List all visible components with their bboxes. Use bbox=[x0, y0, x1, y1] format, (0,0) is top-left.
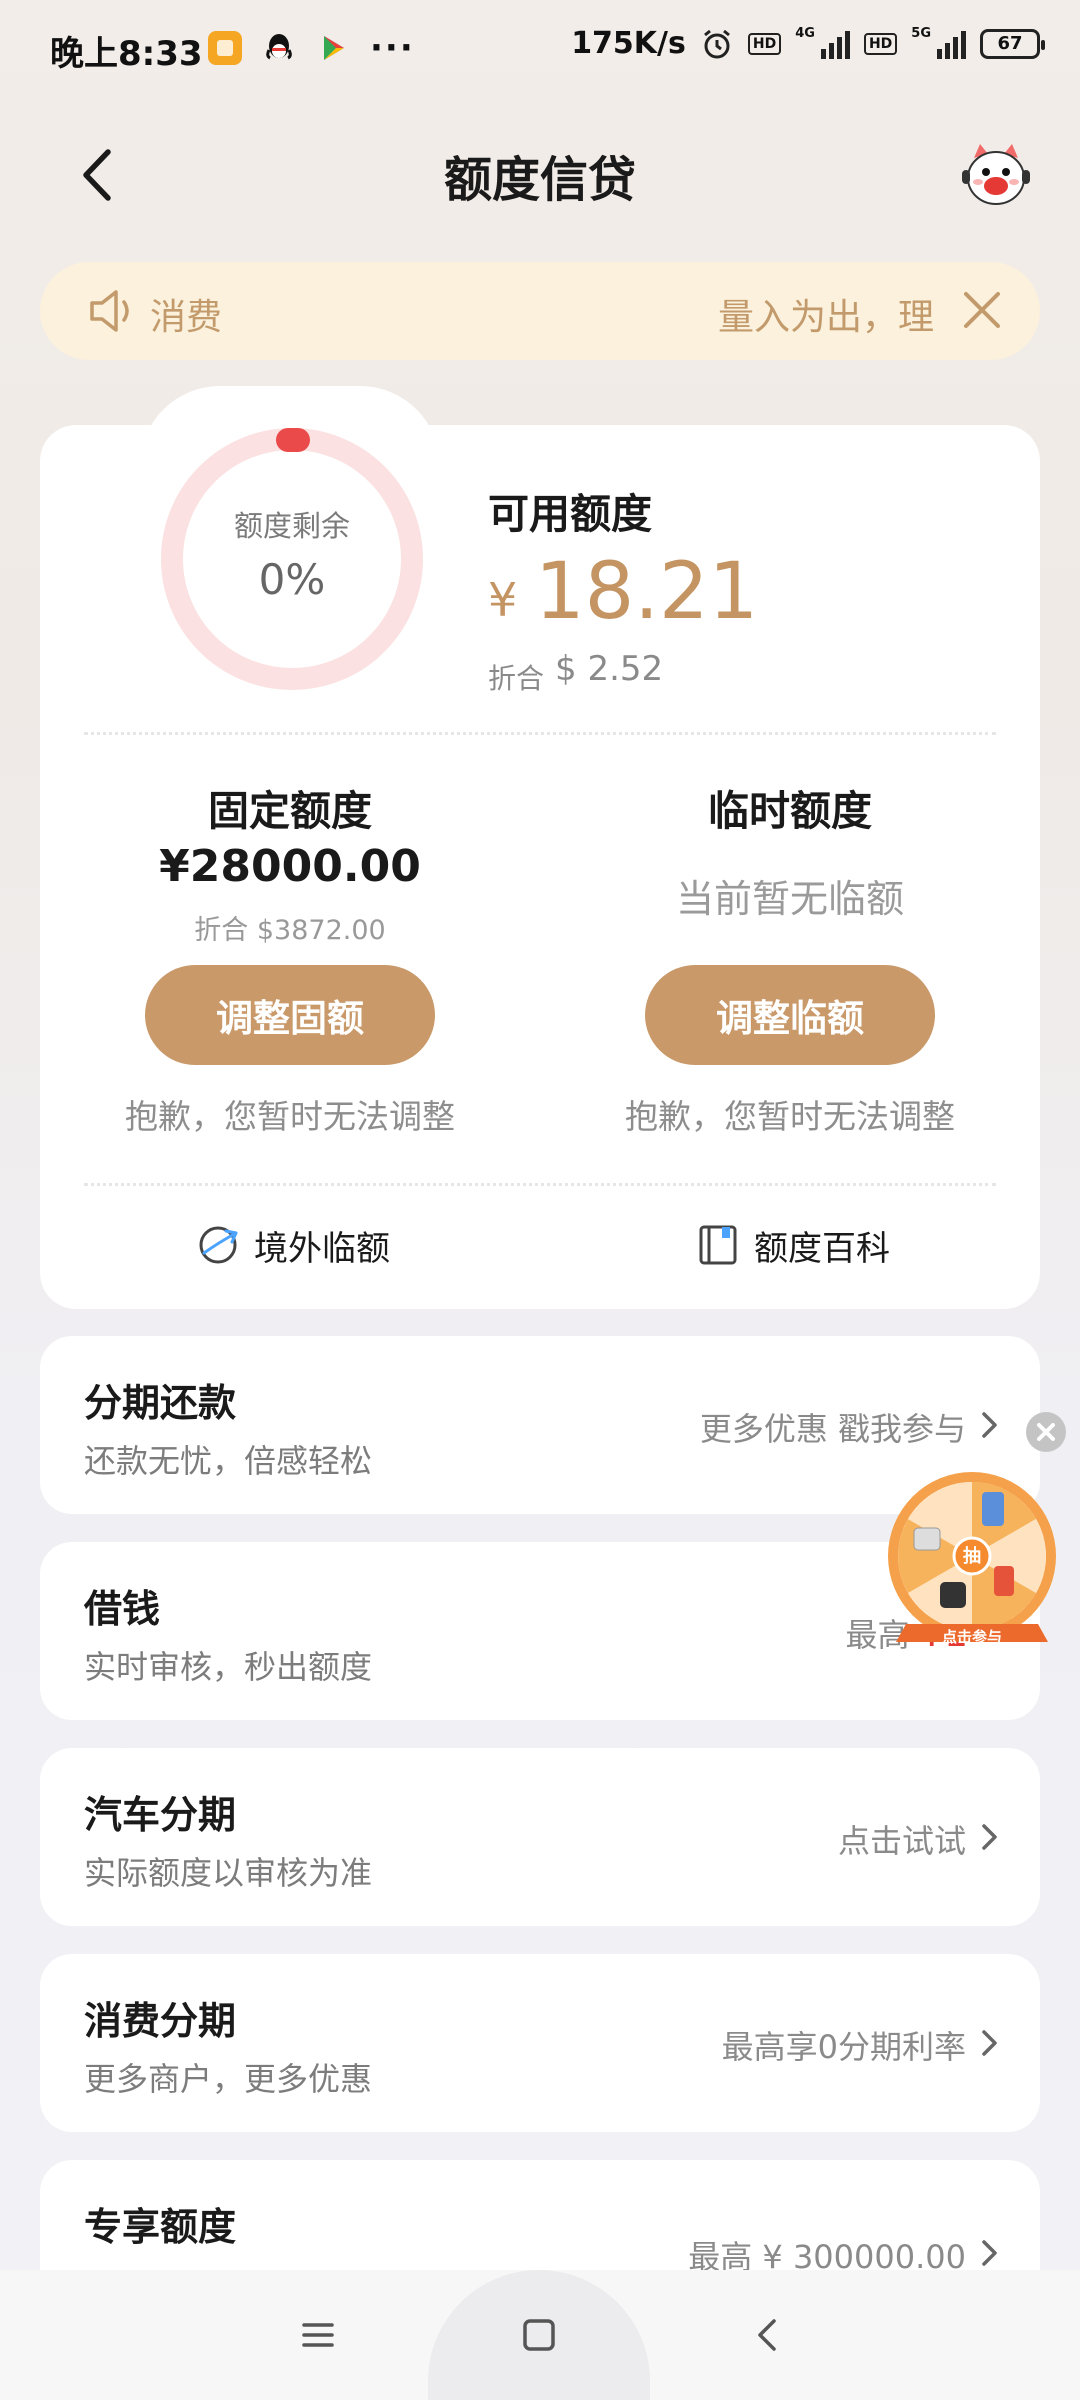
ring-label: 额度剩余 bbox=[233, 509, 350, 543]
chevron-right-icon bbox=[982, 2030, 997, 2056]
back-triangle-icon bbox=[758, 2319, 776, 2351]
fixed-quota-note: 抱歉，您暂时无法调整 bbox=[125, 1097, 455, 1136]
mascot-icon bbox=[962, 144, 1030, 205]
divider-bottom bbox=[84, 1183, 996, 1186]
hd-badge-1: HD bbox=[747, 32, 782, 55]
chevron-right-icon bbox=[982, 2240, 997, 2266]
ring-progress-dot bbox=[276, 428, 310, 452]
list-item-right-text: 点击试试 bbox=[837, 1822, 966, 1860]
note-app-icon bbox=[208, 31, 242, 65]
status-more-dots: ··· bbox=[370, 28, 415, 68]
list-item-subtitle: 实际额度以审核为准 bbox=[84, 1854, 373, 1892]
list-item-title: 汽车分期 bbox=[84, 1793, 237, 1837]
temp-quota-none: 当前暂无临额 bbox=[675, 877, 904, 921]
list-item-title: 借钱 bbox=[84, 1587, 161, 1631]
wheel-close-button[interactable] bbox=[1026, 1412, 1066, 1452]
temp-quota-note: 抱歉，您暂时无法调整 bbox=[625, 1097, 955, 1136]
overseas-temp-label: 境外临额 bbox=[254, 1228, 390, 1269]
alarm-icon bbox=[703, 29, 730, 58]
list-item-title: 消费分期 bbox=[84, 1999, 237, 2043]
close-icon bbox=[1037, 1423, 1055, 1441]
temp-quota-title: 临时额度 bbox=[708, 787, 872, 835]
lucky-wheel-widget[interactable]: 抽 点击参与 bbox=[884, 1466, 1060, 1656]
fixed-quota-amount: ¥28000.00 bbox=[159, 841, 421, 892]
available-converted-label: 折合 bbox=[488, 662, 545, 695]
list-item-subtitle: 还款无忧，倍感轻松 bbox=[84, 1442, 373, 1480]
list-item-title: 专享额度 bbox=[84, 2205, 237, 2249]
notice-bar[interactable]: 消费 量入为出，理 bbox=[40, 262, 1040, 360]
wheel-banner-label: 点击参与 bbox=[941, 1628, 1002, 1646]
available-converted-value: $ 2.52 bbox=[555, 649, 664, 689]
net-speed: 175K/s bbox=[571, 26, 686, 61]
wheel-center-label: 抽 bbox=[963, 1546, 981, 1567]
status-time: 晚上8:33 bbox=[50, 34, 203, 74]
list-item-title: 分期还款 bbox=[84, 1381, 237, 1425]
status-app-icons: ··· bbox=[208, 28, 415, 68]
list-item-consumer-installment[interactable]: 消费分期 更多商户，更多优惠 最高享0分期利率 bbox=[40, 1954, 1040, 2132]
credit-card: 额度剩余 0% 可用额度 ¥ 18.21 折合 $ 2.52 固定额度 ¥280… bbox=[40, 425, 1040, 1309]
list-item-subtitle: 实时审核，秒出额度 bbox=[84, 1648, 373, 1686]
speaker-icon bbox=[90, 290, 129, 332]
chevron-right-icon bbox=[982, 1824, 997, 1850]
close-icon[interactable] bbox=[960, 288, 1004, 332]
fixed-quota-title: 固定额度 bbox=[208, 787, 372, 835]
chevron-right-icon bbox=[982, 1412, 997, 1438]
available-label: 可用额度 bbox=[488, 490, 652, 538]
globe-plane-icon bbox=[199, 1226, 238, 1264]
nav-menu-button[interactable] bbox=[288, 2305, 348, 2365]
fixed-quota-converted: 折合 $3872.00 bbox=[194, 915, 386, 946]
net-type-2: 5G bbox=[911, 26, 931, 41]
battery-icon: 67 bbox=[980, 28, 1045, 59]
hd-badge-2: HD bbox=[863, 32, 898, 55]
list-item-subtitle: 更多商户，更多优惠 bbox=[84, 2060, 373, 2098]
available-currency: ¥ bbox=[488, 573, 518, 627]
battery-level: 67 bbox=[997, 33, 1023, 54]
quota-wiki-label: 额度百科 bbox=[754, 1228, 890, 1269]
nav-back-button[interactable] bbox=[738, 2305, 798, 2365]
nav-home-button[interactable] bbox=[509, 2305, 569, 2365]
notice-scroll-text: 量入为出，理 bbox=[717, 297, 934, 338]
menu-icon bbox=[302, 2323, 334, 2347]
list-item-car-installment[interactable]: 汽车分期 实际额度以审核为准 点击试试 bbox=[40, 1748, 1040, 1926]
mascot-button[interactable] bbox=[960, 140, 1032, 212]
available-value: 18.21 bbox=[535, 547, 759, 637]
book-icon bbox=[699, 1225, 737, 1265]
overseas-temp-link[interactable]: 境外临额 bbox=[196, 1215, 390, 1275]
notice-label: 消费 bbox=[150, 297, 223, 338]
signal-icon-2 bbox=[937, 29, 966, 59]
qq-icon bbox=[262, 31, 296, 65]
square-icon bbox=[523, 2319, 555, 2351]
adjust-fixed-button[interactable]: 调整固额 bbox=[145, 965, 435, 1065]
page-title: 额度信贷 bbox=[443, 152, 636, 208]
status-right-icons: 175K/s HD 4G HD 5G 67 bbox=[571, 26, 1045, 61]
divider-top bbox=[84, 732, 996, 735]
list-item-right-text: 更多优惠 戳我参与 bbox=[699, 1410, 966, 1448]
ring-value: 0% bbox=[258, 555, 326, 604]
play-store-icon bbox=[316, 31, 350, 65]
net-type-1: 4G bbox=[795, 26, 815, 41]
status-bar: 晚上8:33 ··· 175K/s HD 4G HD 5G 67 bbox=[0, 0, 1080, 96]
quota-wiki-link[interactable]: 额度百科 bbox=[696, 1215, 890, 1275]
adjust-temp-button[interactable]: 调整临额 bbox=[645, 965, 935, 1065]
signal-icon-1 bbox=[820, 29, 850, 59]
list-item-right-text: 最高享0分期利率 bbox=[721, 2028, 966, 2066]
